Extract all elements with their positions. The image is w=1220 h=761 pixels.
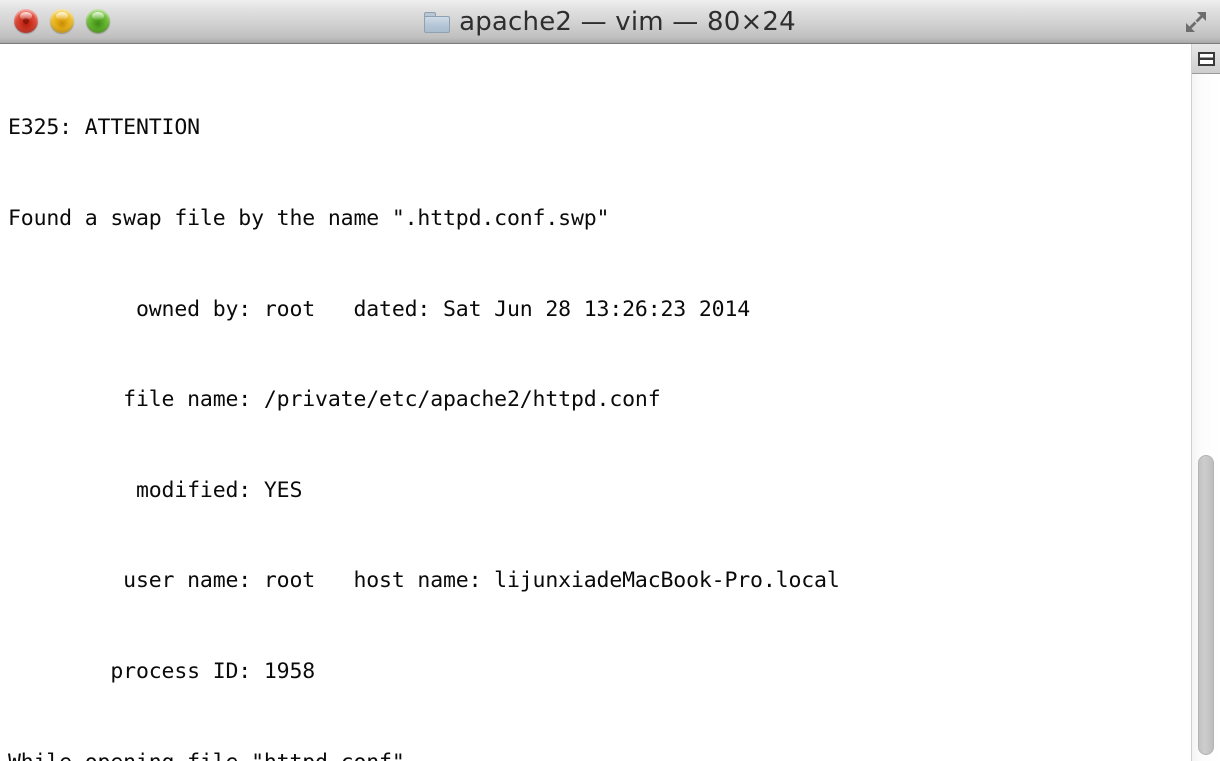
- zoom-button[interactable]: [86, 9, 110, 33]
- scroll-lines-icon[interactable]: [1192, 44, 1220, 74]
- folder-icon: [424, 11, 451, 33]
- terminal-line: While opening file "httpd.conf": [8, 748, 1186, 761]
- terminal-line: process ID: 1958: [8, 658, 316, 684]
- terminal-line: file name: /private/etc/apache2/httpd.co…: [8, 387, 661, 413]
- minimize-button[interactable]: [50, 9, 74, 33]
- traffic-light-controls: [14, 9, 110, 33]
- terminal-line: user name: root host name: lijunxiadeMac…: [8, 568, 840, 594]
- vertical-scrollbar[interactable]: [1191, 44, 1220, 761]
- window-titlebar[interactable]: apache2 — vim — 80×24: [0, 0, 1220, 44]
- terminal-line: Found a swap file by the name ".httpd.co…: [8, 206, 610, 231]
- terminal-content-area[interactable]: E325: ATTENTION Found a swap file by the…: [0, 44, 1220, 761]
- terminal-text-buffer: E325: ATTENTION Found a swap file by the…: [8, 53, 1186, 761]
- close-button[interactable]: [14, 9, 38, 33]
- window-title-group: apache2 — vim — 80×24: [0, 0, 1220, 44]
- window-title: apache2 — vim — 80×24: [459, 7, 796, 37]
- terminal-line: owned by: root dated: Sat Jun 28 13:26:2…: [8, 296, 751, 322]
- scrollbar-thumb[interactable]: [1198, 455, 1214, 755]
- terminal-window: apache2 — vim — 80×24 E325: ATTENTION Fo…: [0, 0, 1220, 761]
- terminal-line: E325: ATTENTION: [8, 115, 200, 141]
- terminal-line: modified: YES: [8, 477, 303, 503]
- fullscreen-expand-icon[interactable]: [1182, 8, 1210, 36]
